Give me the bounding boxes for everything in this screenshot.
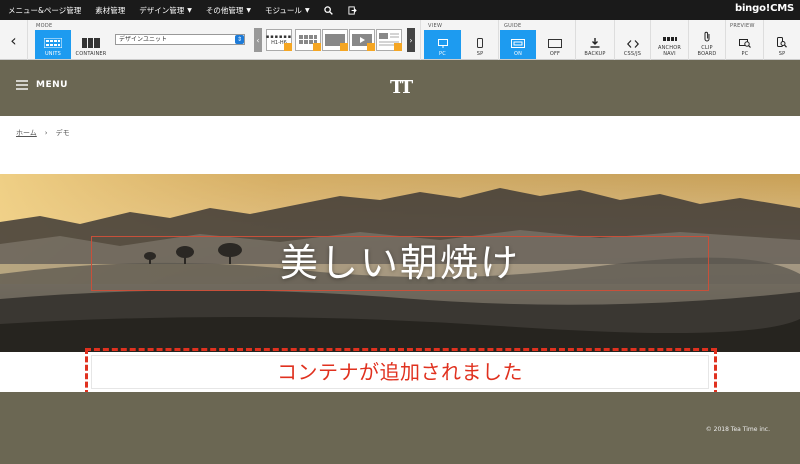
site-logo[interactable]: TT bbox=[390, 77, 413, 98]
logout-icon[interactable] bbox=[348, 5, 358, 15]
mode-units-button[interactable]: UNITS bbox=[35, 30, 71, 59]
guide-off-icon bbox=[548, 39, 562, 48]
backup-button[interactable]: BACKUP bbox=[576, 30, 614, 59]
guide-off-button[interactable]: OFF bbox=[537, 30, 573, 59]
breadcrumb-separator: › bbox=[44, 129, 48, 137]
site-header: MENU TT bbox=[0, 60, 800, 116]
preview-group-label: PREVIEW bbox=[730, 23, 755, 29]
container-added-message: コンテナが追加されました bbox=[277, 360, 523, 384]
unit-thumb-image[interactable] bbox=[322, 29, 348, 51]
guide-on-icon bbox=[511, 39, 525, 48]
unit-badge bbox=[367, 43, 375, 51]
mode-container-button[interactable]: CONTAINER bbox=[72, 30, 110, 59]
search-icon[interactable] bbox=[324, 5, 334, 15]
unit-badge bbox=[313, 43, 321, 51]
hero-title: 美しい朝焼け bbox=[279, 241, 520, 285]
unit-thumb-grid[interactable] bbox=[295, 29, 321, 51]
menu-other-management[interactable]: その他管理 ▼ bbox=[206, 5, 251, 16]
breadcrumb: ホーム › デモ bbox=[16, 128, 70, 138]
back-button[interactable]: ‹ bbox=[0, 20, 28, 60]
preview-sp-button[interactable]: SP bbox=[764, 30, 800, 59]
thumb-scroll-right-button[interactable]: › bbox=[407, 28, 415, 52]
guide-group-label: GUIDE bbox=[504, 23, 522, 29]
chevron-down-icon: ▼ bbox=[246, 6, 251, 14]
divider bbox=[725, 20, 726, 60]
preview-pc-icon bbox=[739, 39, 751, 48]
unit-badge bbox=[284, 43, 292, 51]
unit-badge bbox=[394, 43, 402, 51]
breadcrumb-home-link[interactable]: ホーム bbox=[16, 128, 37, 138]
view-sp-button[interactable]: SP bbox=[462, 30, 498, 59]
hamburger-icon bbox=[16, 80, 28, 90]
chevron-left-icon: ‹ bbox=[10, 30, 17, 50]
select-arrow-icon: ⇕ bbox=[235, 35, 244, 44]
thumb-scroll-left-button[interactable]: ‹ bbox=[254, 28, 262, 52]
unit-type-select[interactable]: デザインユニット ⇕ bbox=[115, 34, 245, 45]
site-footer: © 2018 Tea Time inc. bbox=[0, 392, 800, 464]
container-icon bbox=[82, 38, 100, 48]
css-js-button[interactable]: CSS/JS bbox=[615, 30, 650, 59]
unit-badge bbox=[340, 43, 348, 51]
chevron-down-icon: ▼ bbox=[304, 6, 310, 14]
site-menu-button[interactable]: MENU bbox=[16, 80, 68, 90]
unit-thumb-video[interactable] bbox=[349, 29, 375, 51]
preview-sp-icon bbox=[777, 37, 787, 48]
copyright-text: © 2018 Tea Time inc. bbox=[705, 426, 770, 433]
editor-toolbar: ‹ MODE UNITS CONTAINER デザインユニット ⇕ ‹ ▪▪▪▪… bbox=[0, 20, 800, 60]
guide-on-button[interactable]: ON bbox=[500, 30, 536, 59]
download-icon bbox=[590, 38, 600, 48]
anchor-nav-icon bbox=[662, 37, 677, 41]
unit-thumb-text-image[interactable] bbox=[376, 29, 402, 51]
chevron-left-icon: ‹ bbox=[256, 35, 260, 45]
admin-menu: メニュー&ページ管理 素材管理 デザイン管理 ▼ その他管理 ▼ モジュール ▼ bbox=[0, 5, 358, 16]
units-icon bbox=[44, 38, 62, 48]
chevron-down-icon: ▼ bbox=[187, 6, 192, 14]
code-icon bbox=[626, 40, 639, 48]
breadcrumb-current: デモ bbox=[55, 129, 70, 137]
menu-module[interactable]: モジュール ▼ bbox=[265, 5, 310, 16]
monitor-icon bbox=[437, 39, 448, 48]
clip-board-button[interactable]: CLIP BOARD bbox=[689, 30, 725, 59]
brand-logo: bingo!CMS bbox=[735, 3, 794, 14]
preview-pc-button[interactable]: PC bbox=[727, 30, 763, 59]
menu-asset-management[interactable]: 素材管理 bbox=[95, 5, 125, 16]
view-group-label: VIEW bbox=[428, 23, 443, 29]
anchor-navi-button[interactable]: ANCHOR NAVI bbox=[651, 30, 688, 59]
unit-thumb-heading[interactable]: ▪▪▪▪▪▪ H1-H6 bbox=[266, 29, 292, 51]
admin-top-bar: メニュー&ページ管理 素材管理 デザイン管理 ▼ その他管理 ▼ モジュール ▼ bi… bbox=[0, 0, 800, 20]
divider bbox=[498, 20, 499, 60]
menu-design-management[interactable]: デザイン管理 ▼ bbox=[139, 5, 192, 16]
mode-group-label: MODE bbox=[36, 23, 53, 29]
paperclip-icon bbox=[704, 31, 710, 42]
smartphone-icon bbox=[477, 38, 483, 48]
divider bbox=[420, 20, 421, 60]
chevron-right-icon: › bbox=[409, 35, 413, 45]
menu-page-management[interactable]: メニュー&ページ管理 bbox=[8, 5, 81, 16]
view-pc-button[interactable]: PC bbox=[424, 30, 461, 59]
